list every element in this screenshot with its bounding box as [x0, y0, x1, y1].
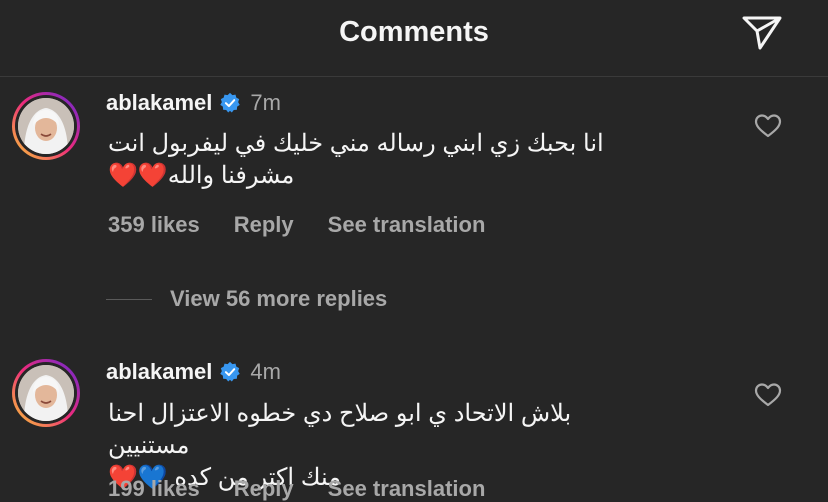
view-replies[interactable]: View 56 more replies: [106, 284, 387, 314]
avatar[interactable]: [12, 359, 80, 427]
comment-text-line: بلاش الاتحاد ي ابو صلاح دي خطوه الاعتزال…: [108, 400, 572, 459]
see-translation-button[interactable]: See translation: [328, 476, 486, 502]
likes-count[interactable]: 359 likes: [108, 212, 200, 238]
reply-button[interactable]: Reply: [234, 212, 294, 238]
comment-time: 4m: [250, 359, 281, 384]
view-replies-button[interactable]: View 56 more replies: [170, 286, 387, 312]
comment-actions: 199 likes Reply See translation: [108, 476, 485, 502]
comment-text: انا بحبك زي ابني رساله مني خليك في ليفرب…: [108, 128, 636, 192]
avatar-photo-icon: [18, 365, 74, 421]
likes-count[interactable]: 199 likes: [108, 476, 200, 502]
page-title: Comments: [339, 16, 489, 48]
comment-time: 7m: [250, 90, 281, 115]
like-heart-icon[interactable]: [754, 113, 782, 139]
comments-header: Comments: [0, 0, 828, 77]
verified-badge-icon: [220, 361, 241, 382]
reply-button[interactable]: Reply: [234, 476, 294, 502]
verified-badge-icon: [220, 92, 241, 113]
comment-actions: 359 likes Reply See translation: [108, 212, 485, 238]
comment-text-line: مشرفنا والله❤️❤️: [108, 162, 295, 189]
avatar[interactable]: [12, 92, 80, 160]
username[interactable]: ablakamel: [106, 359, 212, 385]
replies-divider: [106, 298, 152, 300]
comment-text-line: انا بحبك زي ابني رساله مني خليك في ليفرب…: [108, 130, 604, 157]
avatar-photo-icon: [18, 98, 74, 154]
comment-user-row: ablakamel 4m: [106, 357, 281, 387]
username[interactable]: ablakamel: [106, 90, 212, 116]
see-translation-button[interactable]: See translation: [328, 212, 486, 238]
paper-plane-icon[interactable]: [740, 12, 784, 52]
comment-user-row: ablakamel 7m: [106, 88, 281, 118]
like-heart-icon[interactable]: [754, 382, 782, 408]
